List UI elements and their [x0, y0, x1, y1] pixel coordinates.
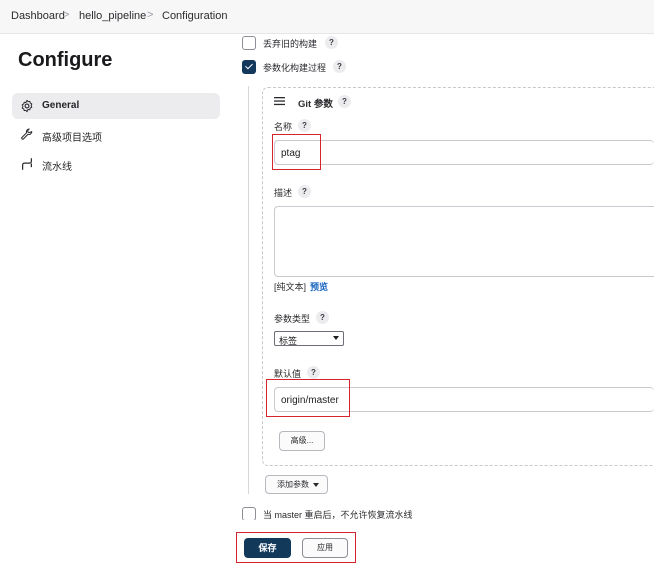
breadcrumb-dashboard[interactable]: Dashboard	[11, 10, 65, 22]
parameters-rail	[248, 86, 249, 494]
help-icon[interactable]: ?	[307, 366, 320, 379]
discard-builds-checkbox[interactable]	[242, 36, 256, 50]
sidebar-item-label: 高级项目选项	[42, 133, 102, 144]
help-icon[interactable]: ?	[298, 119, 311, 132]
chevron-down-icon	[313, 483, 319, 487]
help-icon[interactable]: ?	[316, 311, 329, 324]
git-parameter-header: Git 参数	[298, 99, 333, 110]
no-resume-checkbox[interactable]	[242, 507, 256, 521]
parameter-type-value: 标签	[279, 336, 298, 346]
help-icon[interactable]: ?	[338, 95, 351, 108]
help-icon[interactable]: ?	[333, 60, 346, 73]
wrench-icon	[21, 128, 33, 140]
help-icon[interactable]: ?	[325, 36, 338, 49]
breadcrumb-hello-pipeline[interactable]: hello_pipeline	[79, 10, 146, 22]
description-textarea[interactable]	[274, 206, 654, 277]
save-button[interactable]: 保存	[244, 538, 291, 558]
name-highlight	[272, 134, 321, 170]
sidebar-item-advanced[interactable]: 高级项目选项	[12, 122, 220, 148]
sidebar-item-general[interactable]: General	[12, 93, 220, 119]
name-input[interactable]: ptag	[274, 140, 654, 165]
discard-builds-label: 丢弃旧的构建	[263, 39, 318, 49]
drag-handle-icon[interactable]	[274, 96, 286, 106]
name-label: 名称	[274, 122, 293, 132]
parameter-type-select[interactable]: 标签	[274, 331, 344, 346]
parameterized-label: 参数化构建过程	[263, 63, 327, 73]
chevron-down-icon	[333, 336, 339, 340]
preview-link[interactable]: 预览	[310, 280, 328, 293]
plain-text-label: [纯文本]	[274, 282, 307, 292]
add-parameter-button[interactable]: 添加参数	[265, 475, 328, 494]
help-icon[interactable]: ?	[298, 185, 311, 198]
sidebar-item-label: 流水线	[42, 162, 72, 173]
page-title: Configure	[18, 49, 113, 71]
breadcrumb-separator: >	[63, 9, 70, 21]
breadcrumb-separator: >	[147, 9, 154, 21]
breadcrumb-configuration[interactable]: Configuration	[162, 10, 227, 22]
sidebar-item-label: General	[42, 100, 80, 111]
parameter-type-label: 参数类型	[274, 314, 311, 324]
parameterized-checkbox[interactable]	[242, 60, 256, 74]
pipeline-icon	[22, 158, 32, 170]
apply-button[interactable]: 应用	[302, 538, 348, 558]
default-value-highlight	[266, 379, 350, 417]
description-label: 描述	[274, 188, 293, 198]
gear-icon	[21, 99, 33, 113]
sidebar-item-pipeline[interactable]: 流水线	[12, 151, 220, 177]
add-parameter-label: 添加参数	[277, 480, 309, 489]
breadcrumb: Dashboard > hello_pipeline > Configurati…	[0, 0, 654, 34]
advanced-button[interactable]: 高级...	[279, 431, 325, 451]
